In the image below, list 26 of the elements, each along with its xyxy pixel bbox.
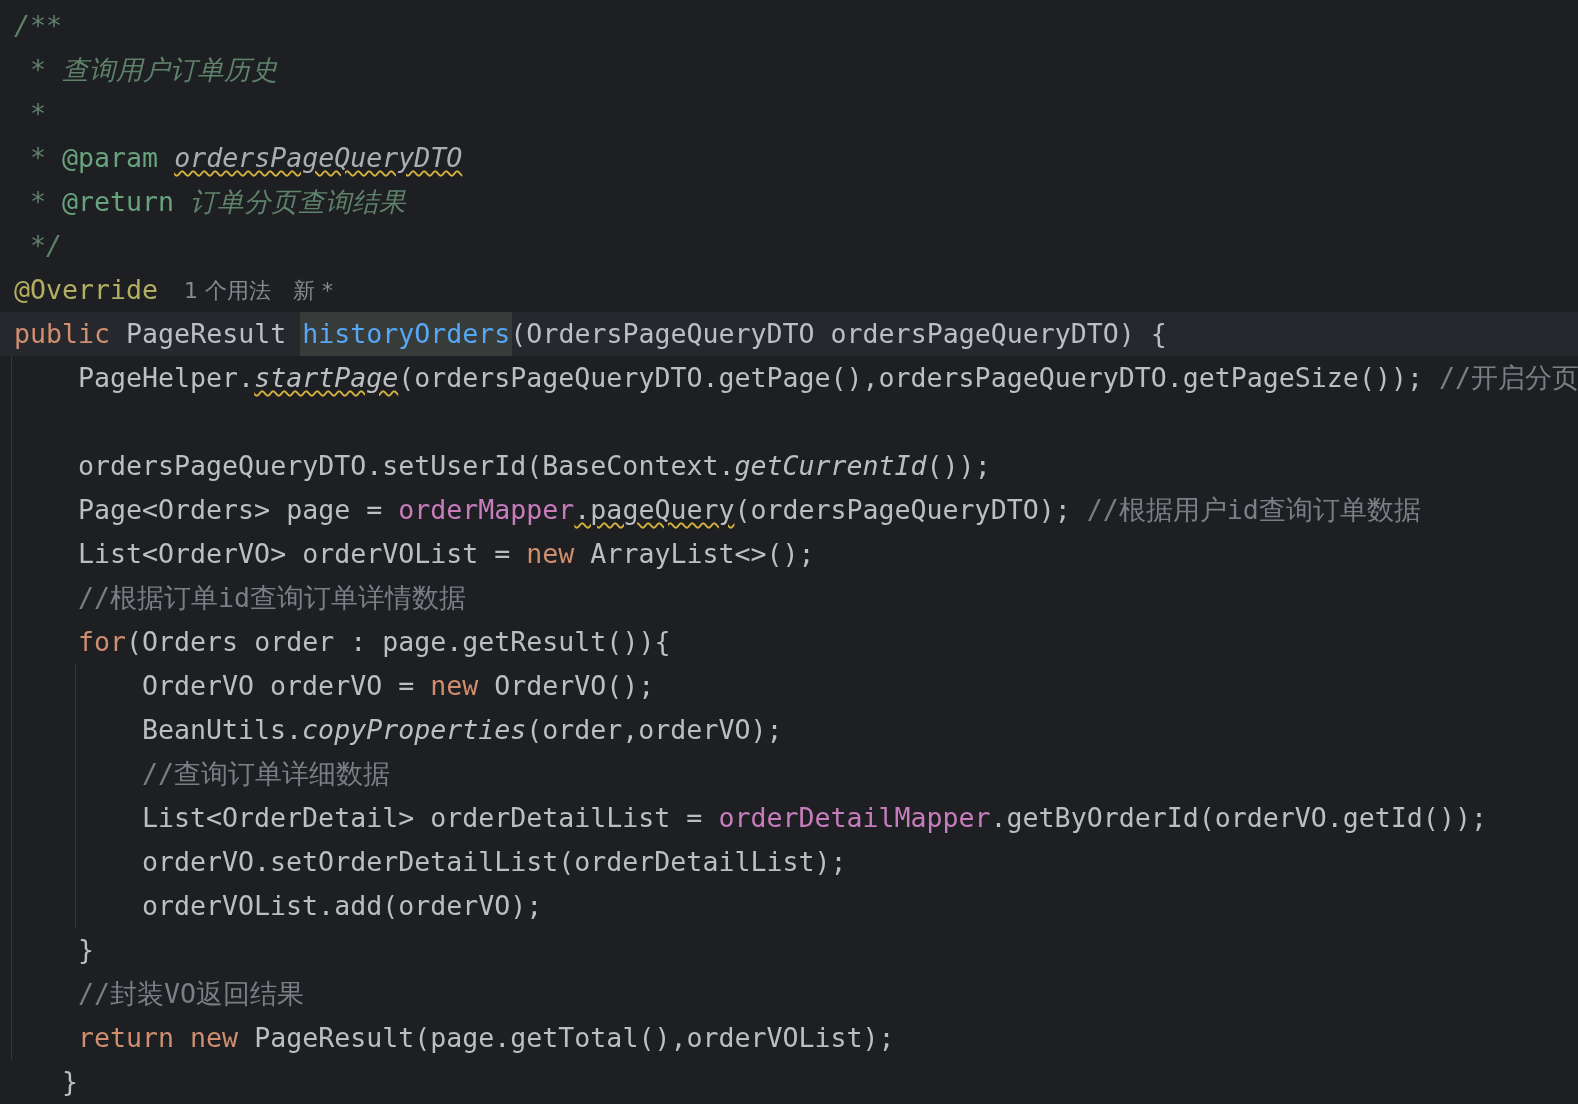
- code-line: orderVOList.add(orderVO);: [142, 889, 543, 923]
- code-line: /**: [14, 9, 63, 43]
- code-line: public PageResult historyOrders(OrdersPageQueryDTO ordersPageQueryDTO) {: [14, 312, 1167, 356]
- code-line: //封装VO返回结果: [78, 977, 305, 1011]
- code-line: ordersPageQueryDTO.setUserId(BaseContext.getCurrentId());: [78, 449, 991, 483]
- code-line: PageHelper.startPage(ordersPageQueryDTO.getPage(),ordersPageQueryDTO.getPageSize()); //开启分页: [78, 361, 1578, 395]
- code-line: List<OrderVO> orderVOList = new ArrayList<>();: [78, 537, 815, 571]
- code-line: */: [29, 229, 63, 263]
- code-line: * @return 订单分页查询结果: [29, 185, 407, 219]
- code-line: return new PageResult(page.getTotal(),orderVOList);: [78, 1021, 895, 1055]
- code-line: //根据订单id查询订单详情数据: [78, 581, 467, 615]
- inlay-hint[interactable]: 新 *: [293, 273, 334, 307]
- code-line: }: [78, 933, 94, 967]
- inlay-hint[interactable]: 1 个用法: [184, 273, 272, 307]
- code-line: }: [61, 1065, 79, 1099]
- code-line: @Override: [14, 273, 159, 307]
- code-line: Page<Orders> page = orderMapper.pageQuery(ordersPageQueryDTO); //根据用户id查询订单数据: [78, 493, 1421, 527]
- code-line: orderVO.setOrderDetailList(orderDetailList);: [142, 845, 847, 879]
- code-line: BeanUtils.copyProperties(order,orderVO);: [142, 713, 783, 747]
- code-line: for(Orders order : page.getResult()){: [78, 625, 671, 659]
- code-line: *: [29, 97, 47, 131]
- code-line: * 查询用户订单历史: [29, 53, 279, 87]
- code-line: //查询订单详细数据: [142, 757, 391, 791]
- code-line: OrderVO orderVO = new OrderVO();: [142, 669, 655, 703]
- code-line: List<OrderDetail> orderDetailList = orderDetailMapper.getByOrderId(orderVO.getId());: [142, 801, 1487, 835]
- code-line: * @param ordersPageQueryDTO: [29, 141, 463, 175]
